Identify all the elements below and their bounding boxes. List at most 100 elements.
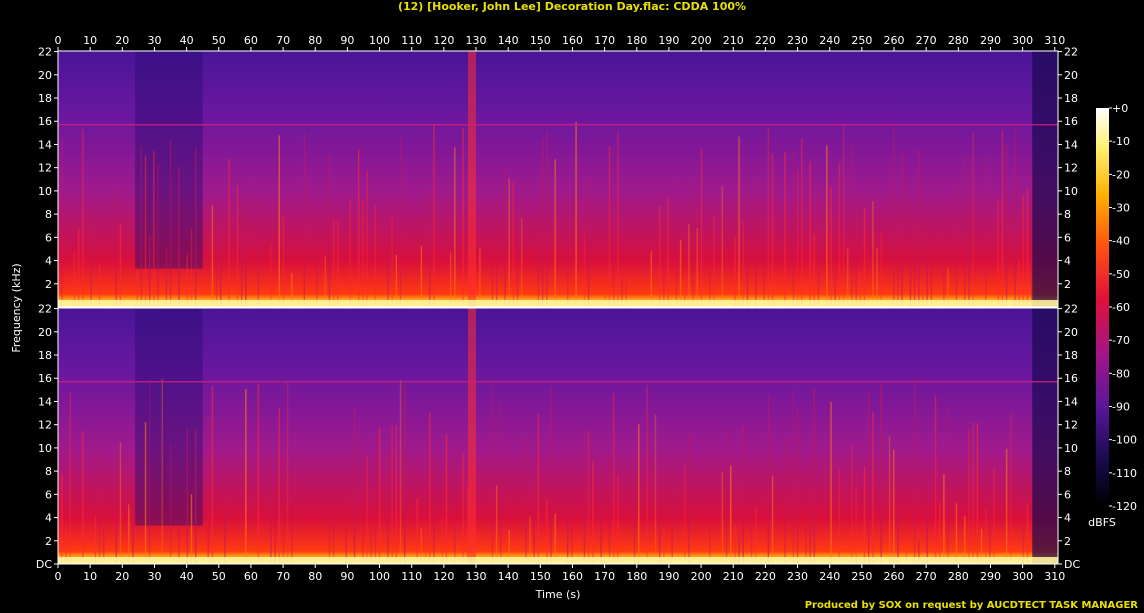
spectral-streak	[767, 396, 770, 564]
spectral-streak	[433, 125, 435, 307]
spectral-streak	[403, 384, 406, 564]
x-tick-label: 270	[916, 570, 937, 583]
spectral-streak	[567, 191, 569, 307]
spectral-streak	[571, 496, 573, 564]
y-tick-label: 2	[1064, 535, 1071, 548]
spectral-streak	[842, 124, 845, 307]
spectral-streak	[700, 149, 703, 307]
spectral-streak	[429, 191, 431, 307]
spectral-streak	[813, 233, 816, 307]
spectral-streak	[855, 227, 857, 307]
x-tick-label: 210	[723, 34, 744, 47]
footer-credit: Produced by SOX on request by AUCDTECT T…	[804, 600, 1138, 611]
x-tick-label: 30	[147, 570, 161, 583]
x-tick-label: 270	[916, 34, 937, 47]
spectral-streak	[612, 226, 615, 307]
spectral-streak	[148, 379, 151, 564]
y-tick-label: 10	[1064, 442, 1078, 455]
spectral-streak	[725, 425, 728, 564]
spectral-streak	[240, 210, 243, 307]
spectral-streak	[675, 180, 678, 307]
spectral-streak	[771, 153, 774, 307]
spectral-streak	[934, 395, 937, 564]
y-tick-label: 4	[1064, 512, 1071, 525]
x-tick-label: 0	[55, 34, 62, 47]
spectral-streak	[734, 237, 736, 307]
y-tick-label: 2	[45, 278, 52, 291]
spectral-streak	[362, 440, 364, 564]
spectral-streak	[454, 147, 456, 307]
spectral-streak	[964, 515, 966, 564]
spectral-streak	[742, 426, 744, 564]
spectral-streak	[270, 452, 272, 564]
spectral-streak	[830, 401, 832, 564]
spectral-streak	[366, 170, 368, 307]
spectral-streak	[282, 446, 285, 564]
spectral-streak	[190, 494, 193, 564]
spectral-streak	[165, 247, 168, 307]
spectral-streak	[863, 207, 866, 307]
y-tick-label: 16	[38, 115, 52, 128]
y-tick-label: 6	[1064, 231, 1071, 244]
x-tick-label: 40	[180, 570, 194, 583]
spectral-streak	[328, 488, 331, 564]
spectral-streak	[286, 382, 289, 564]
spectral-streak	[462, 127, 464, 308]
spectral-streak	[94, 515, 97, 564]
spectral-streak	[943, 217, 945, 307]
y-tick-label: 4	[45, 512, 52, 525]
y-tick-label: 6	[45, 231, 52, 244]
spectral-streak	[1001, 130, 1004, 307]
y-tick-label: 20	[38, 69, 52, 82]
y-tick-label: 2	[1064, 278, 1071, 291]
colorbar	[1096, 108, 1109, 506]
spectral-streak	[796, 169, 799, 307]
spectral-streak	[366, 457, 368, 564]
spectral-streak	[763, 229, 765, 307]
x-tick-label: 10	[83, 570, 97, 583]
y-tick-label: 18	[1064, 92, 1078, 105]
spectral-streak	[362, 197, 364, 307]
bass-band	[58, 557, 1058, 564]
spectral-streak	[500, 401, 502, 564]
spectral-streak	[1026, 189, 1029, 307]
spectral-streak	[491, 380, 494, 564]
spectral-streak	[161, 378, 163, 564]
spectral-streak	[537, 414, 540, 564]
x-tick-label: 20	[115, 34, 129, 47]
spectral-streak	[755, 507, 757, 564]
x-tick-label: 60	[244, 34, 258, 47]
y-tick-label: DC	[36, 558, 52, 571]
spectral-streak	[328, 154, 331, 307]
spectral-streak	[207, 420, 209, 564]
x-tick-label: 310	[1044, 34, 1065, 47]
spectral-streak	[495, 485, 498, 564]
spectral-streak	[399, 380, 402, 564]
spectral-streak	[721, 471, 724, 564]
spectral-streak	[876, 248, 878, 307]
spectral-streak	[153, 151, 155, 307]
spectral-streak	[358, 149, 360, 307]
spectral-streak	[554, 159, 556, 307]
spectral-streak	[144, 422, 147, 564]
x-tick-label: 100	[369, 570, 390, 583]
y-tick-label: 14	[38, 395, 52, 408]
colorbar-tick-label: -40	[1112, 235, 1130, 248]
spectral-streak	[926, 228, 928, 307]
y-tick-label: 20	[1064, 326, 1078, 339]
spectral-streak	[972, 422, 974, 564]
spectral-streak	[1014, 126, 1016, 307]
y-tick-label: 8	[45, 465, 52, 478]
x-tick-label: 110	[401, 34, 422, 47]
spectral-streak	[1026, 503, 1029, 564]
colorbar-tick-label: -60	[1112, 301, 1130, 314]
x-tick-label: 180	[626, 34, 647, 47]
spectral-streak	[387, 252, 389, 307]
x-tick-label: 70	[276, 34, 290, 47]
x-tick-label: 50	[212, 570, 226, 583]
spectral-streak	[796, 408, 799, 564]
y-tick-label: 18	[38, 349, 52, 362]
spectral-streak	[190, 228, 193, 307]
spectral-streak	[650, 251, 653, 307]
colorbar-tick-label: -110	[1112, 467, 1137, 480]
